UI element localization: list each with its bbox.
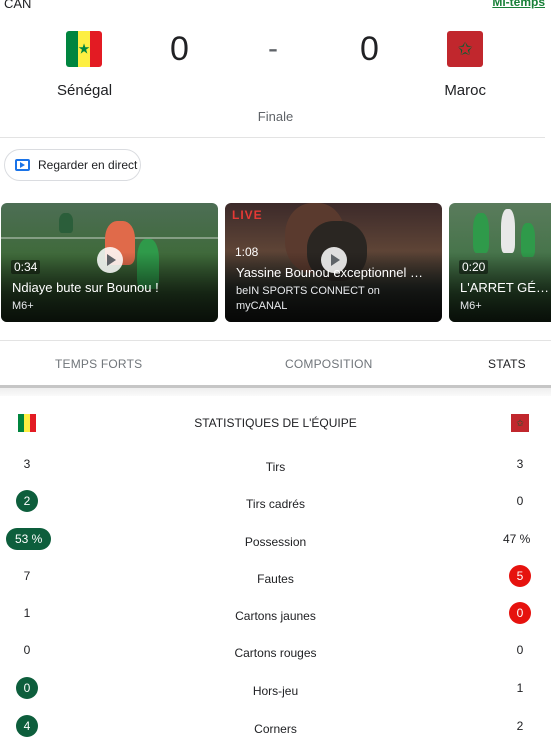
stat-label: Hors-jeu xyxy=(252,684,299,698)
video-source: M6+ xyxy=(12,300,34,312)
morocco-flag-icon: ✩ xyxy=(511,414,529,432)
match-status-link[interactable]: Mi-temps xyxy=(492,0,545,9)
match-header: CAN Mi-temps xyxy=(0,0,551,14)
stat-row-corners: 4 Corners 2 xyxy=(0,715,551,745)
away-stat-value: 0 xyxy=(516,494,524,508)
away-stat-value: 47 % xyxy=(503,532,531,546)
stat-label: Tirs cadrés xyxy=(246,497,305,511)
video-source: beIN SPORTS CONNECT on myCANAL xyxy=(236,285,380,312)
home-score: 0 xyxy=(170,30,189,68)
match-stage: Finale xyxy=(257,109,294,124)
stat-row-hors-jeu: 0 Hors-jeu 1 xyxy=(0,677,551,707)
away-stat-value: 3 xyxy=(516,457,524,471)
video-carousel: 0:34 Ndiaye bute sur Bounou ! M6+ LIVE 1… xyxy=(0,203,551,323)
stat-label: Tirs xyxy=(265,460,286,474)
video-card[interactable]: 0:34 Ndiaye bute sur Bounou ! M6+ xyxy=(1,203,218,322)
watch-live-label: Regarder en direct xyxy=(38,158,138,172)
away-team-name[interactable]: Maroc xyxy=(444,82,486,99)
divider xyxy=(0,137,545,138)
video-duration: 1:08 xyxy=(235,245,259,259)
tab-composition[interactable]: COMPOSITION xyxy=(285,357,373,371)
video-title: L'ARRET GÉNIAL xyxy=(460,280,551,295)
video-card[interactable]: LIVE 1:08 Yassine Bounou exceptionnel … … xyxy=(225,203,442,322)
away-stat-value: 0 xyxy=(516,643,524,657)
stat-row-tirs-cadres: 2 Tirs cadrés 0 xyxy=(0,490,551,520)
morocco-flag-icon: ✩ xyxy=(447,31,483,67)
stat-row-fautes: 7 Fautes 5 xyxy=(0,565,551,595)
stat-row-tirs: 3 Tirs 3 xyxy=(0,453,551,483)
away-score: 0 xyxy=(360,30,379,68)
competition-label: CAN xyxy=(4,0,32,11)
watch-live-button[interactable]: Regarder en direct xyxy=(4,149,141,181)
tab-stats[interactable]: STATS xyxy=(488,357,526,371)
live-badge: LIVE xyxy=(232,208,263,222)
video-duration: 0:20 xyxy=(459,260,489,274)
stat-label: Fautes xyxy=(257,572,294,586)
video-title: Yassine Bounou exceptionnel … xyxy=(236,265,423,280)
video-source: M6+ xyxy=(460,300,482,312)
away-stat-value: 1 xyxy=(516,681,524,695)
section-shadow xyxy=(0,388,551,396)
stat-row-possession: 53 % Possession 47 % xyxy=(0,528,551,558)
stat-label: Cartons jaunes xyxy=(235,609,316,623)
tab-temps-forts[interactable]: TEMPS FORTS xyxy=(55,357,142,371)
video-title: Ndiaye bute sur Bounou ! xyxy=(12,280,159,295)
stat-label: Possession xyxy=(244,535,307,549)
stat-label: Cartons rouges xyxy=(234,646,317,660)
senegal-flag-icon: ★ xyxy=(66,31,102,67)
stat-row-cartons-rouges: 0 Cartons rouges 0 xyxy=(0,639,551,669)
team-stats-header: STATISTIQUES DE L'ÉQUIPE ✩ xyxy=(0,408,551,438)
tab-bar: TEMPS FORTS COMPOSITION STATS xyxy=(0,341,551,385)
score-separator: - xyxy=(268,32,278,65)
video-duration: 0:34 xyxy=(11,260,41,274)
away-stat-value: 0 xyxy=(509,602,531,624)
home-team-name[interactable]: Sénégal xyxy=(57,82,112,99)
stat-row-cartons-jaunes: 1 Cartons jaunes 0 xyxy=(0,602,551,632)
live-tv-icon xyxy=(15,159,30,171)
video-card[interactable]: 0:20 L'ARRET GÉNIAL M6+ xyxy=(449,203,551,322)
away-stat-value: 2 xyxy=(516,719,524,733)
team-stats-title: STATISTIQUES DE L'ÉQUIPE xyxy=(194,416,357,430)
away-stat-value: 5 xyxy=(509,565,531,587)
stat-label: Corners xyxy=(254,722,297,736)
play-icon xyxy=(97,247,123,273)
